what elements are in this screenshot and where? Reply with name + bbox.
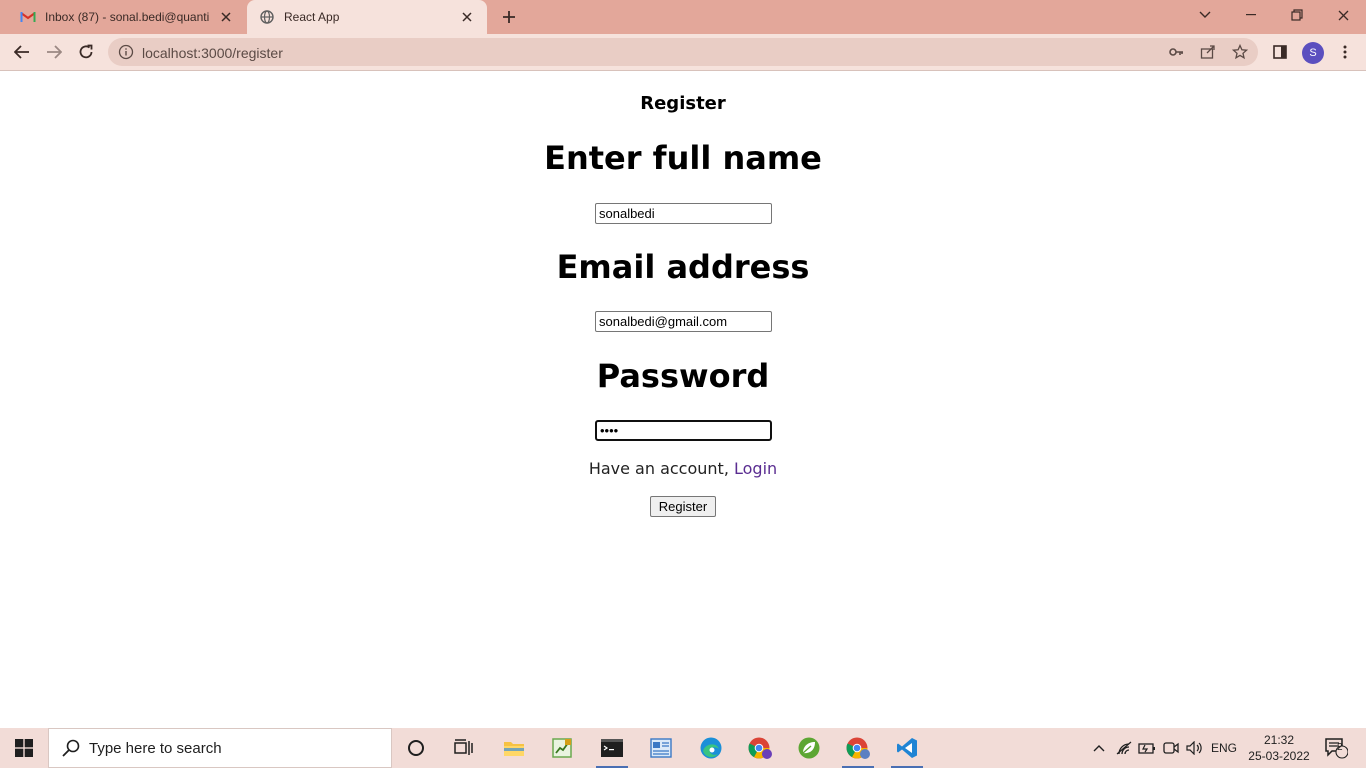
full-name-label: Enter full name [544, 139, 822, 177]
app-button-leaf[interactable] [785, 728, 833, 768]
reload-icon [79, 44, 93, 59]
app-button-window[interactable] [637, 728, 685, 768]
tab-title: Inbox (87) - sonal.bedi@quantiphi [45, 10, 210, 24]
email-label: Email address [556, 248, 810, 286]
task-view-icon [454, 739, 473, 755]
search-icon [62, 739, 80, 757]
page-title: Register [640, 93, 726, 114]
email-field[interactable] [595, 311, 772, 332]
browser-toolbar: localhost:3000/register S [0, 34, 1366, 70]
address-bar[interactable]: localhost:3000/register [108, 38, 1258, 66]
app-button-chart[interactable] [538, 728, 586, 768]
share-icon[interactable] [1200, 44, 1216, 60]
cortana-button[interactable] [392, 728, 440, 768]
chrome-icon [846, 737, 870, 759]
speaker-icon [1186, 741, 1202, 755]
back-button[interactable] [8, 38, 36, 66]
clock-time: 21:32 [1263, 733, 1295, 747]
folder-icon [504, 742, 524, 756]
arrow-right-icon [47, 45, 62, 59]
menu-button[interactable] [1331, 38, 1359, 66]
task-view-button[interactable] [440, 728, 488, 768]
login-link[interactable]: Login [734, 459, 777, 478]
chevron-up-icon [1093, 745, 1105, 752]
forward-button[interactable] [40, 38, 68, 66]
register-button[interactable]: Register [650, 496, 716, 517]
vscode-icon [897, 738, 917, 758]
notification-center-button[interactable]: 2 [1316, 728, 1356, 768]
windows-logo-icon [15, 739, 33, 757]
notification-count: 2 [1337, 742, 1343, 753]
browser-tab-strip: Inbox (87) - sonal.bedi@quantiphi React … [0, 0, 1366, 34]
close-icon[interactable] [218, 9, 234, 25]
terminal-button[interactable] [588, 728, 636, 768]
url-text: localhost:3000/register [142, 45, 283, 61]
volume-button[interactable] [1184, 728, 1206, 768]
search-placeholder: Type here to search [89, 739, 222, 757]
star-icon[interactable] [1232, 44, 1248, 60]
tab-search-button[interactable] [1182, 0, 1228, 30]
tab-inbox[interactable]: Inbox (87) - sonal.bedi@quantiphi [8, 0, 246, 34]
edge-icon [700, 737, 722, 759]
window-app-icon [650, 738, 672, 758]
vscode-button[interactable] [883, 728, 931, 768]
close-icon[interactable] [459, 9, 475, 25]
language-indicator[interactable]: ENG [1208, 728, 1240, 768]
edge-button[interactable] [687, 728, 735, 768]
arrow-left-icon [14, 45, 29, 59]
windows-taskbar: Type here to search ENG 21:32 25-03-2022… [0, 728, 1366, 768]
meet-now-button[interactable] [1160, 728, 1182, 768]
minimize-button[interactable] [1228, 0, 1274, 30]
minimize-icon [1246, 14, 1256, 16]
account-prompt: Have an account, Login [0, 459, 1366, 478]
close-window-button[interactable] [1320, 0, 1366, 30]
globe-icon [259, 9, 275, 25]
full-name-field[interactable] [595, 203, 772, 224]
show-hidden-icons-button[interactable] [1090, 728, 1108, 768]
chrome-button[interactable] [834, 728, 882, 768]
plus-icon [503, 11, 515, 23]
gmail-icon [20, 9, 36, 25]
chevron-down-icon [1199, 11, 1211, 18]
chrome-profile-button[interactable] [736, 728, 784, 768]
reload-button[interactable] [72, 38, 100, 66]
chrome-icon [748, 737, 772, 759]
tab-react-app[interactable]: React App [247, 0, 487, 34]
register-page: Register Enter full name Email address P… [0, 71, 1366, 728]
side-panel-button[interactable] [1266, 38, 1294, 66]
taskbar-search[interactable]: Type here to search [48, 728, 392, 768]
wifi-icon [1116, 741, 1132, 755]
chart-app-icon [552, 738, 572, 758]
new-tab-button[interactable] [499, 7, 519, 27]
account-prompt-text: Have an account, [588, 459, 729, 478]
password-field[interactable] [595, 420, 772, 441]
restore-button[interactable] [1274, 0, 1320, 30]
notification-icon [1325, 738, 1348, 759]
tab-title: React App [284, 10, 340, 24]
clock-date: 25-03-2022 [1248, 749, 1310, 763]
password-label: Password [596, 357, 770, 395]
key-icon[interactable] [1168, 44, 1184, 60]
start-button[interactable] [0, 728, 48, 768]
side-panel-icon [1273, 45, 1287, 59]
cortana-icon [408, 740, 424, 756]
camera-icon [1163, 742, 1179, 754]
battery-icon [1138, 743, 1155, 754]
close-icon [1338, 10, 1348, 20]
network-button[interactable] [1114, 728, 1134, 768]
kebab-menu-icon [1343, 45, 1347, 59]
clock[interactable]: 21:32 25-03-2022 [1248, 732, 1310, 764]
restore-icon [1291, 9, 1303, 21]
info-icon[interactable] [118, 44, 134, 60]
leaf-app-icon [798, 737, 820, 759]
file-explorer-button[interactable] [490, 728, 538, 768]
battery-button[interactable] [1136, 728, 1158, 768]
avatar[interactable]: S [1302, 42, 1324, 64]
terminal-icon [601, 739, 623, 757]
